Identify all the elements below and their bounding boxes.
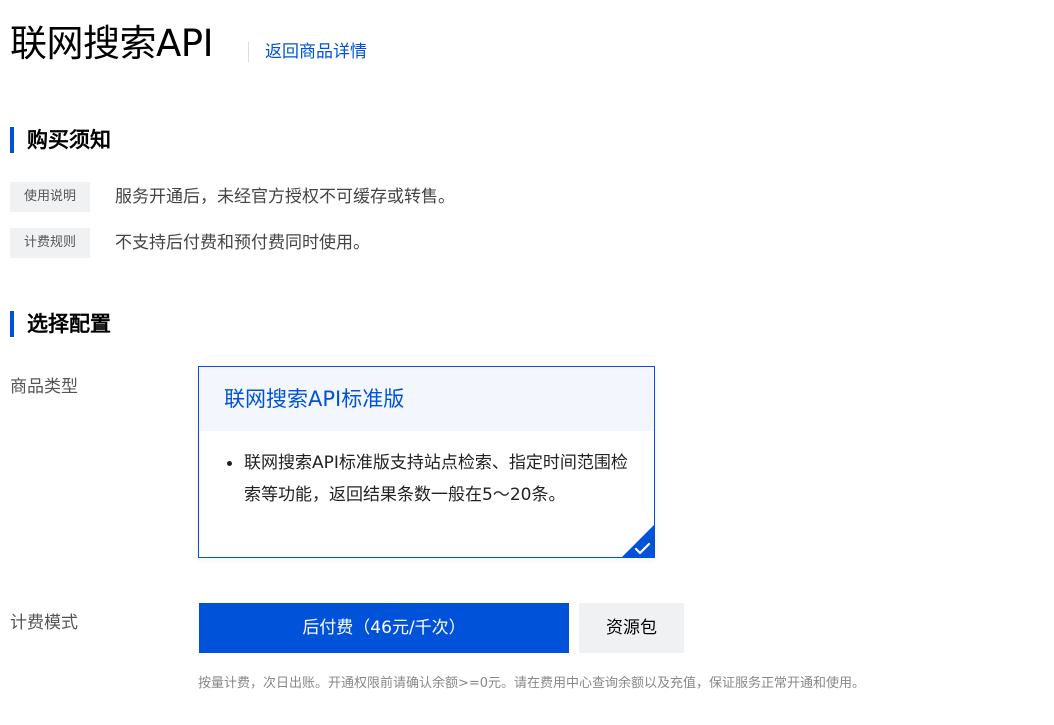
back-to-product-details-link[interactable]: 返回商品详情 <box>265 40 367 64</box>
section-title-select-config: 选择配置 <box>27 312 111 336</box>
product-type-label: 商品类型 <box>10 377 78 397</box>
postpaid-option-button[interactable]: 后付费（46元/千次） <box>199 603 569 653</box>
product-card-standard[interactable]: 联网搜索API标准版 联网搜索API标准版支持站点检索、指定时间范围检索等功能，… <box>198 366 655 558</box>
product-card-description: 联网搜索API标准版支持站点检索、指定时间范围检索等功能，返回结果条数一般在5～… <box>244 453 628 505</box>
page-title: 联网搜索API <box>10 22 214 65</box>
title-divider <box>248 42 249 62</box>
resource-pack-option-button[interactable]: 资源包 <box>579 603 684 653</box>
section-accent-bar <box>10 127 14 153</box>
section-title-purchase-notice: 购买须知 <box>27 128 111 152</box>
usage-notice-text: 服务开通后，未经官方授权不可缓存或转售。 <box>115 187 455 207</box>
selected-check-icon <box>622 525 654 557</box>
product-card-title: 联网搜索API标准版 <box>224 387 405 411</box>
billing-rule-text: 不支持后付费和预付费同时使用。 <box>115 233 370 253</box>
section-accent-bar <box>10 311 14 337</box>
usage-notice-tag: 使用说明 <box>10 182 90 212</box>
product-card-bullet: 联网搜索API标准版支持站点检索、指定时间范围检索等功能，返回结果条数一般在5～… <box>227 447 628 511</box>
bullet-dot <box>227 461 232 466</box>
product-card-header: 联网搜索API标准版 <box>199 367 654 431</box>
billing-hint-text: 按量计费，次日出账。开通权限前请确认余额>=0元。请在费用中心查询余额以及充值，… <box>198 676 866 691</box>
billing-rule-tag: 计费规则 <box>10 228 90 258</box>
billing-mode-label: 计费模式 <box>10 613 78 633</box>
product-card-body: 联网搜索API标准版支持站点检索、指定时间范围检索等功能，返回结果条数一般在5～… <box>199 431 654 511</box>
